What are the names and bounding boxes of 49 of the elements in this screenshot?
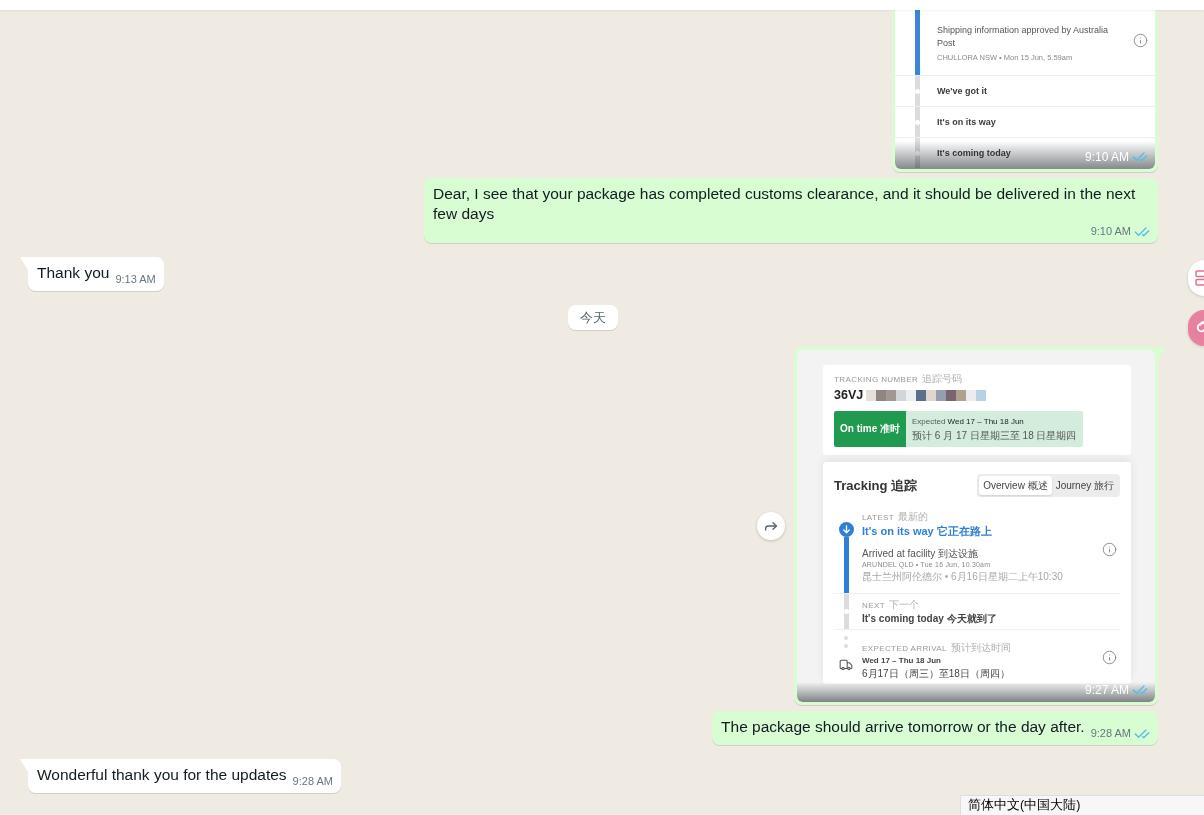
step-detail: 6月17日（周三）至18日（周四） (862, 667, 1010, 680)
view-tab[interactable]: Overview 概述 (979, 476, 1052, 495)
message-time: 9:10 AM (1084, 150, 1129, 165)
message-time: 9:28 AM (1090, 726, 1131, 741)
step-label: LATEST (862, 512, 895, 524)
timeline-dot (844, 644, 848, 648)
step-event: Arrived at facility 到达设施 (862, 547, 979, 560)
expected-date: Expected Wed 17 – Thu 18 Jun (912, 416, 1025, 427)
truck-icon (839, 658, 853, 672)
message-text: Dear, I see that your package has completed customs clearance, and it should be delivered in the next few days (433, 184, 1137, 224)
message-time: 9:27 AM (1084, 683, 1129, 698)
tracking-number: 36VJ (834, 388, 864, 403)
section-title: Tracking 追踪 (834, 477, 918, 494)
message-text: The package should arrive tomorrow or the day after. (721, 717, 1085, 737)
message-text: Wonderful thank you for the updates (37, 765, 287, 785)
info-icon[interactable] (1101, 541, 1117, 557)
event-title: Shipping information approved by Australia Post (937, 23, 1110, 50)
message-text: Thank you (37, 263, 110, 283)
field-label: 追踪号码 (922, 373, 963, 385)
event-title: It's on its way (937, 115, 996, 129)
date-chip: 今天 (568, 305, 618, 330)
on-time-status-badge: On time 准时 (834, 411, 906, 447)
step-label: NEXT (862, 600, 885, 612)
step-title: It's on its way 它正在路上 (862, 524, 992, 539)
floating-app-button[interactable] (1188, 310, 1204, 346)
timeline-dot (844, 636, 848, 640)
floating-grid-button[interactable] (1188, 260, 1204, 296)
timeline-dot (915, 119, 920, 125)
message-time: 9:10 AM (1090, 224, 1131, 239)
info-icon[interactable] (1132, 32, 1148, 48)
view-tab[interactable]: Journey 旅行 (1051, 476, 1118, 495)
forward-button[interactable] (757, 512, 785, 540)
info-icon[interactable] (1101, 649, 1117, 665)
step-label: 最新的 (898, 511, 929, 523)
message-time: 9:13 AM (115, 272, 156, 287)
timeline-dot (915, 150, 920, 156)
field-label: TRACKING NUMBER (834, 374, 919, 386)
grid-icon (1195, 270, 1204, 286)
step-label: 预计到达时间 (950, 642, 1011, 654)
event-title: It's coming today (937, 146, 1011, 160)
event-title: We've got it (937, 84, 987, 98)
ime-language-indicator: 简体中文(中国大陆) (960, 795, 1204, 815)
timeline-dot (843, 609, 849, 614)
expected-date: 预计 6 月 17 日星期三至 18 日星期四 (912, 429, 1077, 442)
timeline-dot (915, 88, 920, 94)
message-time: 9:28 AM (292, 774, 333, 789)
step-label: EXPECTED ARRIVAL (862, 643, 947, 655)
step-title: It's coming today 今天就到了 (862, 612, 997, 626)
step-title: Wed 17 – Thu 18 Jun (862, 655, 941, 667)
